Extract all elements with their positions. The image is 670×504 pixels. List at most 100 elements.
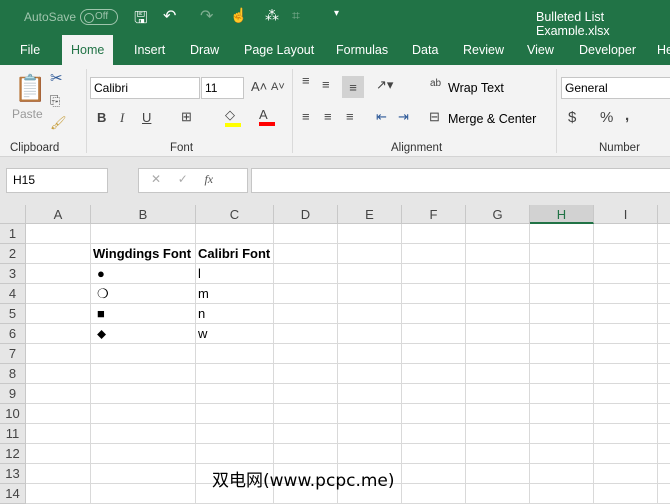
row-header-11[interactable]: 11 bbox=[0, 424, 26, 444]
cell-I13[interactable] bbox=[594, 464, 658, 484]
cell-G14[interactable] bbox=[466, 484, 530, 504]
cell-E9[interactable] bbox=[338, 384, 402, 404]
cell-G10[interactable] bbox=[466, 404, 530, 424]
cell-G12[interactable] bbox=[466, 444, 530, 464]
cell-A12[interactable] bbox=[26, 444, 91, 464]
cell-F11[interactable] bbox=[402, 424, 466, 444]
shapes-icon[interactable]: ⌗ bbox=[292, 7, 300, 24]
row-header-4[interactable]: 4 bbox=[0, 284, 26, 304]
cell-I1[interactable] bbox=[594, 224, 658, 244]
cell-I5[interactable] bbox=[594, 304, 658, 324]
cell-B1[interactable] bbox=[91, 224, 196, 244]
cell-H3[interactable] bbox=[530, 264, 594, 284]
cell-I8[interactable] bbox=[594, 364, 658, 384]
tab-review[interactable]: Review bbox=[463, 35, 504, 65]
cell-D10[interactable] bbox=[274, 404, 338, 424]
cell-H2[interactable] bbox=[530, 244, 594, 264]
cell-C8[interactable] bbox=[196, 364, 274, 384]
cell-G8[interactable] bbox=[466, 364, 530, 384]
cell-D12[interactable] bbox=[274, 444, 338, 464]
merge-center-button[interactable]: Merge & Center bbox=[448, 112, 536, 126]
align-left-icon[interactable]: ≡ bbox=[302, 109, 310, 124]
cell-J6[interactable] bbox=[658, 324, 670, 344]
row-header-10[interactable]: 10 bbox=[0, 404, 26, 424]
cell-A7[interactable] bbox=[26, 344, 91, 364]
cell-J3[interactable] bbox=[658, 264, 670, 284]
name-box[interactable]: H15 bbox=[6, 168, 108, 193]
row-header-9[interactable]: 9 bbox=[0, 384, 26, 404]
cell-F14[interactable] bbox=[402, 484, 466, 504]
align-center-icon[interactable]: ≡ bbox=[324, 109, 332, 124]
cell-H9[interactable] bbox=[530, 384, 594, 404]
cell-D1[interactable] bbox=[274, 224, 338, 244]
cell-J14[interactable] bbox=[658, 484, 670, 504]
cell-B5[interactable]: ■ bbox=[91, 304, 196, 324]
cell-D9[interactable] bbox=[274, 384, 338, 404]
orientation-icon[interactable]: ↗▾ bbox=[376, 77, 393, 93]
fill-color-icon[interactable]: ◇ bbox=[225, 107, 241, 127]
cell-A3[interactable] bbox=[26, 264, 91, 284]
column-header-I[interactable]: I bbox=[594, 205, 658, 224]
middle-align-icon[interactable]: ≡ bbox=[322, 77, 330, 92]
tab-file[interactable]: File bbox=[20, 35, 40, 65]
tab-help[interactable]: He bbox=[657, 35, 670, 65]
cell-A1[interactable] bbox=[26, 224, 91, 244]
diagram-icon[interactable]: ⁂ bbox=[265, 7, 279, 24]
cell-G9[interactable] bbox=[466, 384, 530, 404]
autosave-toggle[interactable]: Off bbox=[80, 9, 118, 25]
cell-B7[interactable] bbox=[91, 344, 196, 364]
cell-J7[interactable] bbox=[658, 344, 670, 364]
cell-B10[interactable] bbox=[91, 404, 196, 424]
cell-I2[interactable] bbox=[594, 244, 658, 264]
cell-I10[interactable] bbox=[594, 404, 658, 424]
cell-E3[interactable] bbox=[338, 264, 402, 284]
cell-C10[interactable] bbox=[196, 404, 274, 424]
cell-E4[interactable] bbox=[338, 284, 402, 304]
cell-B12[interactable] bbox=[91, 444, 196, 464]
cell-C5[interactable]: n bbox=[196, 304, 274, 324]
cell-D5[interactable] bbox=[274, 304, 338, 324]
bottom-align-icon[interactable]: ≡ bbox=[342, 76, 364, 98]
cell-C6[interactable]: w bbox=[196, 324, 274, 344]
cell-F3[interactable] bbox=[402, 264, 466, 284]
cell-E7[interactable] bbox=[338, 344, 402, 364]
increase-indent-icon[interactable]: ⇥ bbox=[398, 109, 409, 125]
save-icon[interactable]: 🖫 bbox=[134, 7, 148, 34]
row-header-13[interactable]: 13 bbox=[0, 464, 26, 484]
cancel-icon[interactable]: ✕ bbox=[151, 172, 161, 186]
cell-I3[interactable] bbox=[594, 264, 658, 284]
cell-C1[interactable] bbox=[196, 224, 274, 244]
format-painter-icon[interactable]: 🖌 bbox=[50, 115, 67, 131]
cell-H1[interactable] bbox=[530, 224, 594, 244]
touch-mode-icon[interactable]: ☝ bbox=[230, 7, 247, 24]
cell-I9[interactable] bbox=[594, 384, 658, 404]
cell-J5[interactable] bbox=[658, 304, 670, 324]
insert-function-button[interactable]: fx bbox=[204, 172, 213, 186]
cell-B3[interactable]: ● bbox=[91, 264, 196, 284]
cell-A5[interactable] bbox=[26, 304, 91, 324]
cell-C9[interactable] bbox=[196, 384, 274, 404]
cell-E1[interactable] bbox=[338, 224, 402, 244]
cell-E8[interactable] bbox=[338, 364, 402, 384]
cell-E2[interactable] bbox=[338, 244, 402, 264]
row-header-2[interactable]: 2 bbox=[0, 244, 26, 264]
tab-view[interactable]: View bbox=[527, 35, 554, 65]
cell-C2[interactable]: Calibri Font bbox=[196, 244, 274, 264]
tab-insert[interactable]: Insert bbox=[134, 35, 165, 65]
cell-F7[interactable] bbox=[402, 344, 466, 364]
cell-B4[interactable]: ❍ bbox=[91, 284, 196, 304]
copy-icon[interactable]: ⎘ bbox=[50, 93, 60, 109]
cell-H14[interactable] bbox=[530, 484, 594, 504]
cell-C4[interactable]: m bbox=[196, 284, 274, 304]
cell-B13[interactable] bbox=[91, 464, 196, 484]
align-right-icon[interactable]: ≡ bbox=[346, 109, 354, 124]
cell-A14[interactable] bbox=[26, 484, 91, 504]
row-header-7[interactable]: 7 bbox=[0, 344, 26, 364]
cell-F8[interactable] bbox=[402, 364, 466, 384]
row-header-5[interactable]: 5 bbox=[0, 304, 26, 324]
row-header-6[interactable]: 6 bbox=[0, 324, 26, 344]
cell-E6[interactable] bbox=[338, 324, 402, 344]
cell-G4[interactable] bbox=[466, 284, 530, 304]
row-header-12[interactable]: 12 bbox=[0, 444, 26, 464]
tab-home[interactable]: Home bbox=[62, 35, 114, 65]
